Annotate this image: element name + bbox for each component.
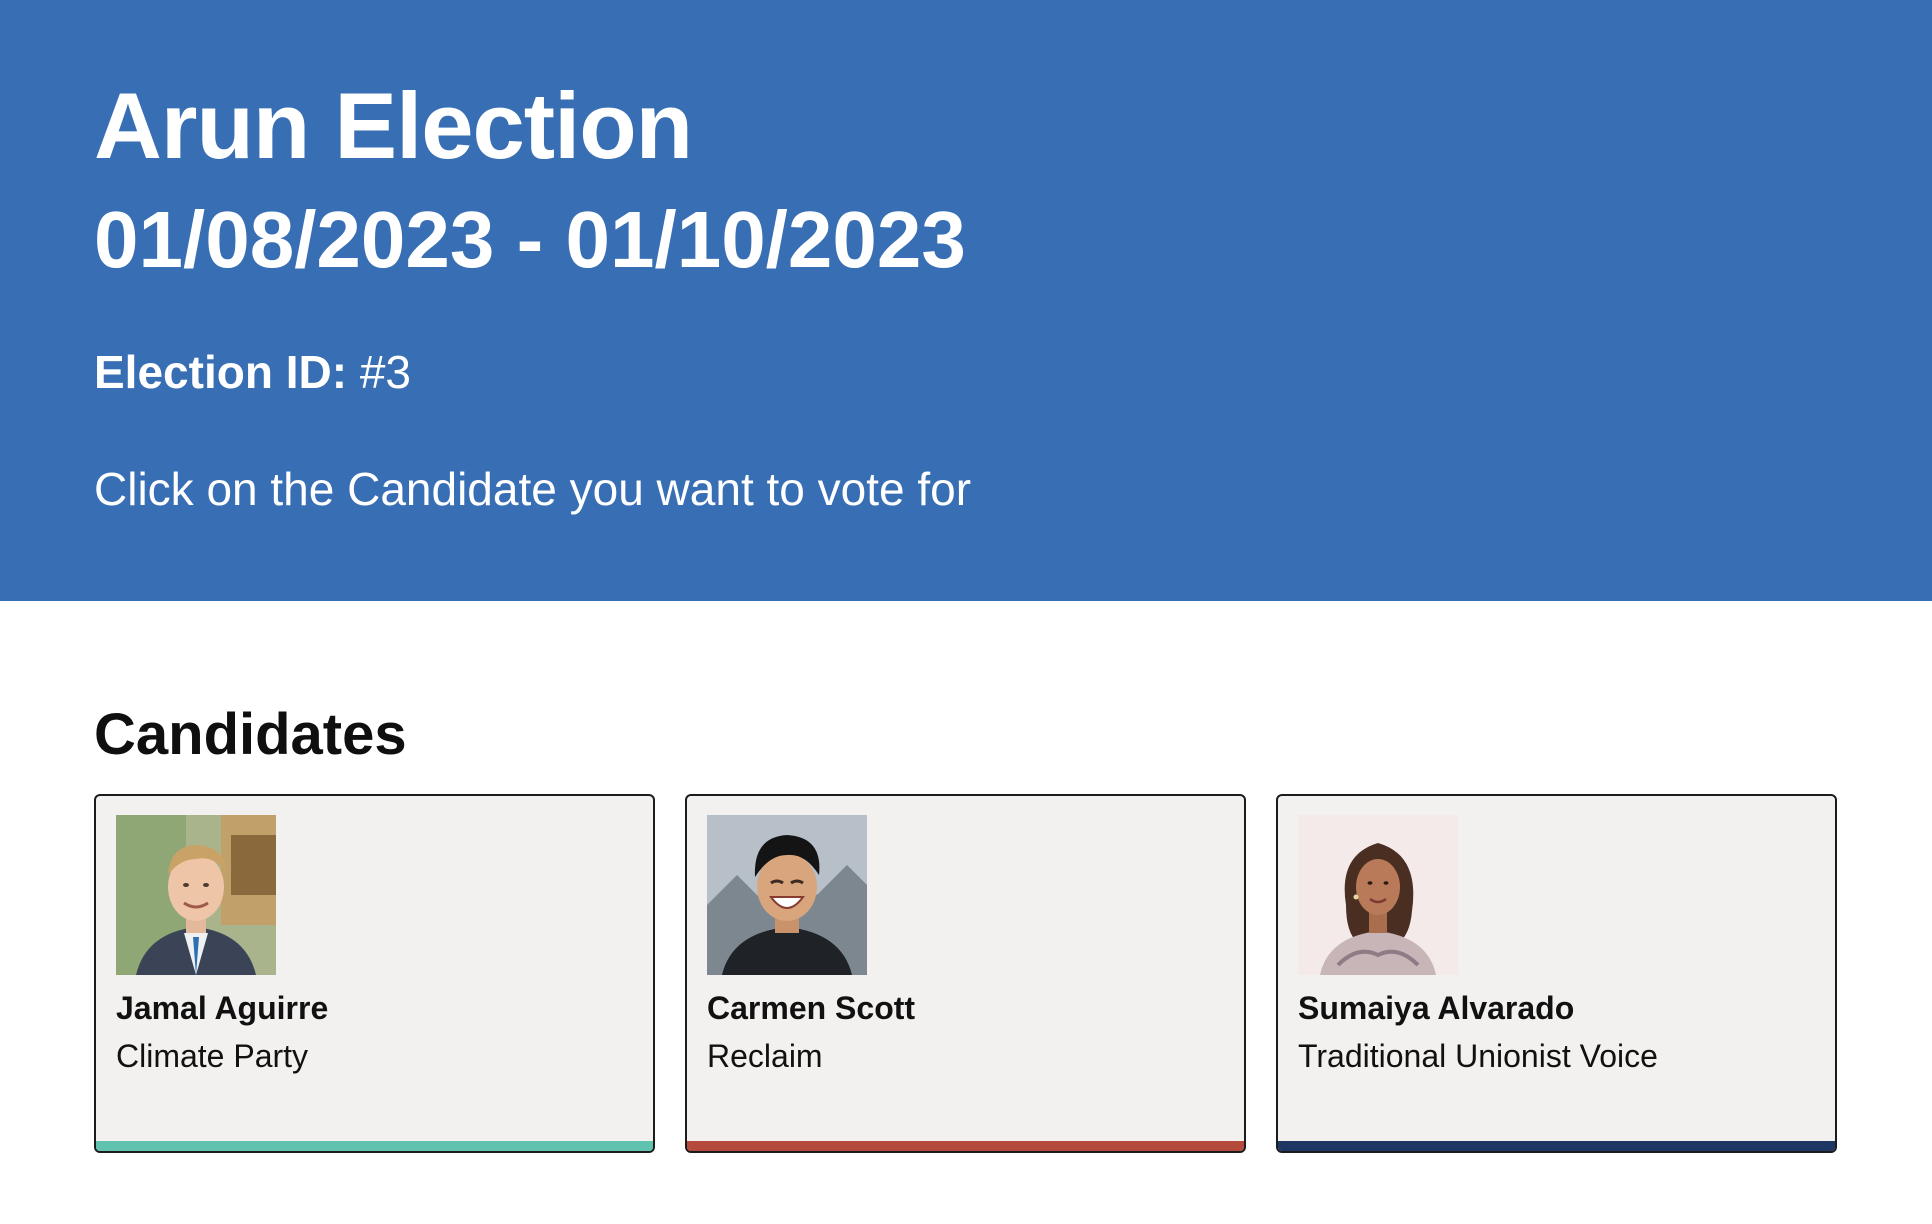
election-id: Election ID: #3 xyxy=(94,345,411,400)
candidate-card-carmen-scott[interactable]: Carmen Scott Reclaim xyxy=(685,794,1246,1153)
election-title: Arun Election xyxy=(94,73,693,178)
candidate-party: Reclaim xyxy=(707,1038,823,1074)
candidate-card-sumaiya-alvarado[interactable]: Sumaiya Alvarado Traditional Unionist Vo… xyxy=(1276,794,1837,1153)
party-color-stripe xyxy=(1278,1141,1835,1151)
vote-instruction: Click on the Candidate you want to vote … xyxy=(94,463,972,515)
candidates-heading: Candidates xyxy=(94,702,407,767)
candidate-party: Traditional Unionist Voice xyxy=(1298,1038,1658,1074)
candidate-cards: Jamal Aguirre Climate Party Carmen Scott… xyxy=(94,794,1838,1153)
candidate-party: Climate Party xyxy=(116,1038,309,1074)
election-dates: 01/08/2023 - 01/10/2023 xyxy=(94,195,966,284)
candidate-name: Jamal Aguirre xyxy=(116,990,329,1026)
candidate-name: Sumaiya Alvarado xyxy=(1298,990,1575,1026)
smiling-man-portrait-icon xyxy=(707,815,867,975)
election-header: Arun Election 01/08/2023 - 01/10/2023 El… xyxy=(0,0,1932,601)
election-id-label: Election ID: xyxy=(94,346,348,398)
man-portrait-icon xyxy=(116,815,276,975)
woman-portrait-icon xyxy=(1298,815,1458,975)
election-id-value: #3 xyxy=(359,346,411,398)
candidates-section: Candidates Jamal Aguirre Climate Party C… xyxy=(94,700,1838,1153)
party-color-stripe xyxy=(96,1141,653,1151)
candidate-card-jamal-aguirre[interactable]: Jamal Aguirre Climate Party xyxy=(94,794,655,1153)
candidate-name: Carmen Scott xyxy=(707,990,916,1026)
party-color-stripe xyxy=(687,1141,1244,1151)
